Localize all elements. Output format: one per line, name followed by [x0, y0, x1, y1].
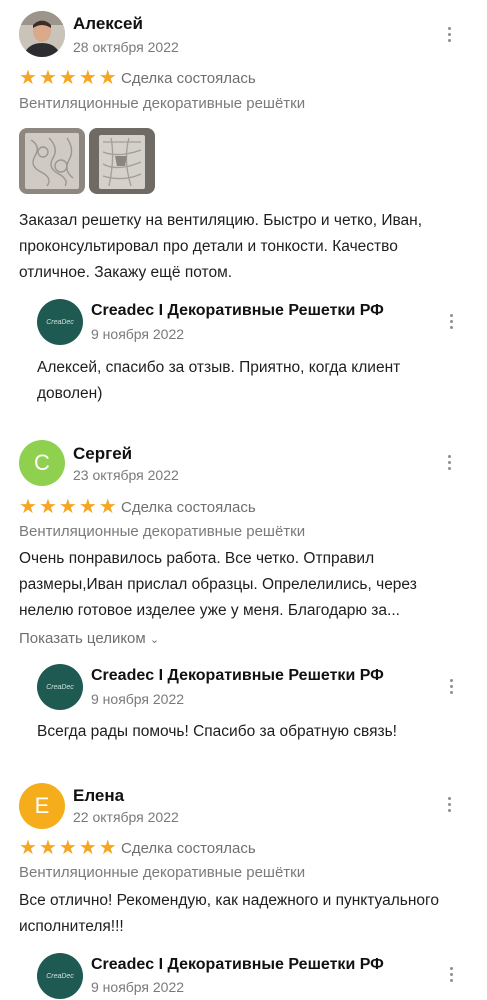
company-logo-icon: CreaDec	[46, 318, 74, 326]
company-logo-icon: CreaDec	[46, 972, 74, 980]
star-icon: ★	[38, 67, 57, 89]
review-text: Все отлично! Рекомендую, как надежного и…	[19, 892, 439, 935]
rating-stars: ★ ★ ★ ★ ★	[19, 838, 117, 858]
review-category: Вентиляционные декоративные решётки	[19, 864, 306, 881]
company-avatar[interactable]: CreaDec	[37, 299, 83, 345]
deal-status: Сделка состоялась	[121, 499, 256, 516]
reply-date: 9 ноября 2022	[91, 326, 185, 342]
star-icon: ★	[78, 496, 97, 518]
reply-date: 9 ноября 2022	[91, 979, 185, 995]
avatar[interactable]: Е	[19, 783, 65, 829]
show-full-link[interactable]: Показать целиком ⌄	[19, 630, 159, 647]
avatar-letter: С	[34, 450, 50, 475]
star-icon: ★	[38, 496, 57, 518]
review-author[interactable]: Сергей	[73, 444, 132, 464]
avatar[interactable]	[19, 11, 65, 57]
more-options-icon[interactable]	[447, 679, 455, 694]
review-author[interactable]: Елена	[73, 786, 124, 806]
star-icon: ★	[19, 837, 37, 859]
reply-date: 9 ноября 2022	[91, 691, 185, 707]
user-photo-icon	[19, 11, 65, 57]
star-icon: ★	[98, 837, 117, 859]
review-date: 22 октября 2022	[73, 809, 179, 825]
reply-author[interactable]: Creadec I Декоративные Решетки РФ	[91, 667, 384, 685]
avatar[interactable]: С	[19, 440, 65, 486]
star-icon: ★	[98, 496, 117, 518]
chevron-down-icon: ⌄	[149, 634, 160, 646]
star-icon: ★	[38, 837, 57, 859]
review-date: 23 октября 2022	[73, 467, 179, 483]
star-icon: ★	[58, 496, 77, 518]
review-category: Вентиляционные декоративные решётки	[19, 523, 306, 540]
company-avatar[interactable]: CreaDec	[37, 664, 83, 710]
show-full-label: Показать целиком	[19, 630, 146, 647]
deal-status: Сделка состоялась	[121, 70, 256, 87]
star-icon: ★	[78, 67, 97, 89]
review-text: Заказал решетку на вентиляцию. Быстро и …	[19, 212, 423, 281]
reply-text: Всегда рады помочь! Спасибо за обратную …	[37, 723, 397, 740]
reply-text: Алексей, спасибо за отзыв. Приятно, когд…	[37, 359, 401, 402]
rating-stars: ★ ★ ★ ★ ★	[19, 68, 117, 88]
company-avatar[interactable]: CreaDec	[37, 953, 83, 999]
reply-author[interactable]: Creadec I Декоративные Решетки РФ	[91, 956, 384, 974]
review-date: 28 октября 2022	[73, 39, 179, 55]
star-icon: ★	[58, 67, 77, 89]
star-icon: ★	[19, 496, 37, 518]
star-icon: ★	[78, 837, 97, 859]
star-icon: ★	[98, 67, 117, 89]
review-photo[interactable]	[89, 128, 155, 194]
deal-status: Сделка состоялась	[121, 840, 256, 857]
avatar-letter: Е	[34, 793, 50, 818]
review-photo[interactable]	[19, 128, 85, 194]
more-options-icon[interactable]	[445, 797, 453, 812]
rating-stars: ★ ★ ★ ★ ★	[19, 497, 117, 517]
more-options-icon[interactable]	[447, 967, 455, 982]
review-author[interactable]: Алексей	[73, 14, 143, 34]
review-text: Очень понравилось работа. Все четко. Отп…	[19, 550, 417, 619]
company-logo-icon: CreaDec	[46, 683, 74, 691]
more-options-icon[interactable]	[447, 314, 455, 329]
grille-photo-icon	[19, 128, 85, 194]
star-icon: ★	[19, 67, 37, 89]
star-icon: ★	[58, 837, 77, 859]
grille-photo-icon	[89, 128, 155, 194]
more-options-icon[interactable]	[445, 27, 453, 42]
reply-author[interactable]: Creadec I Декоративные Решетки РФ	[91, 302, 384, 320]
review-category: Вентиляционные декоративные решётки	[19, 95, 306, 112]
more-options-icon[interactable]	[445, 455, 453, 470]
